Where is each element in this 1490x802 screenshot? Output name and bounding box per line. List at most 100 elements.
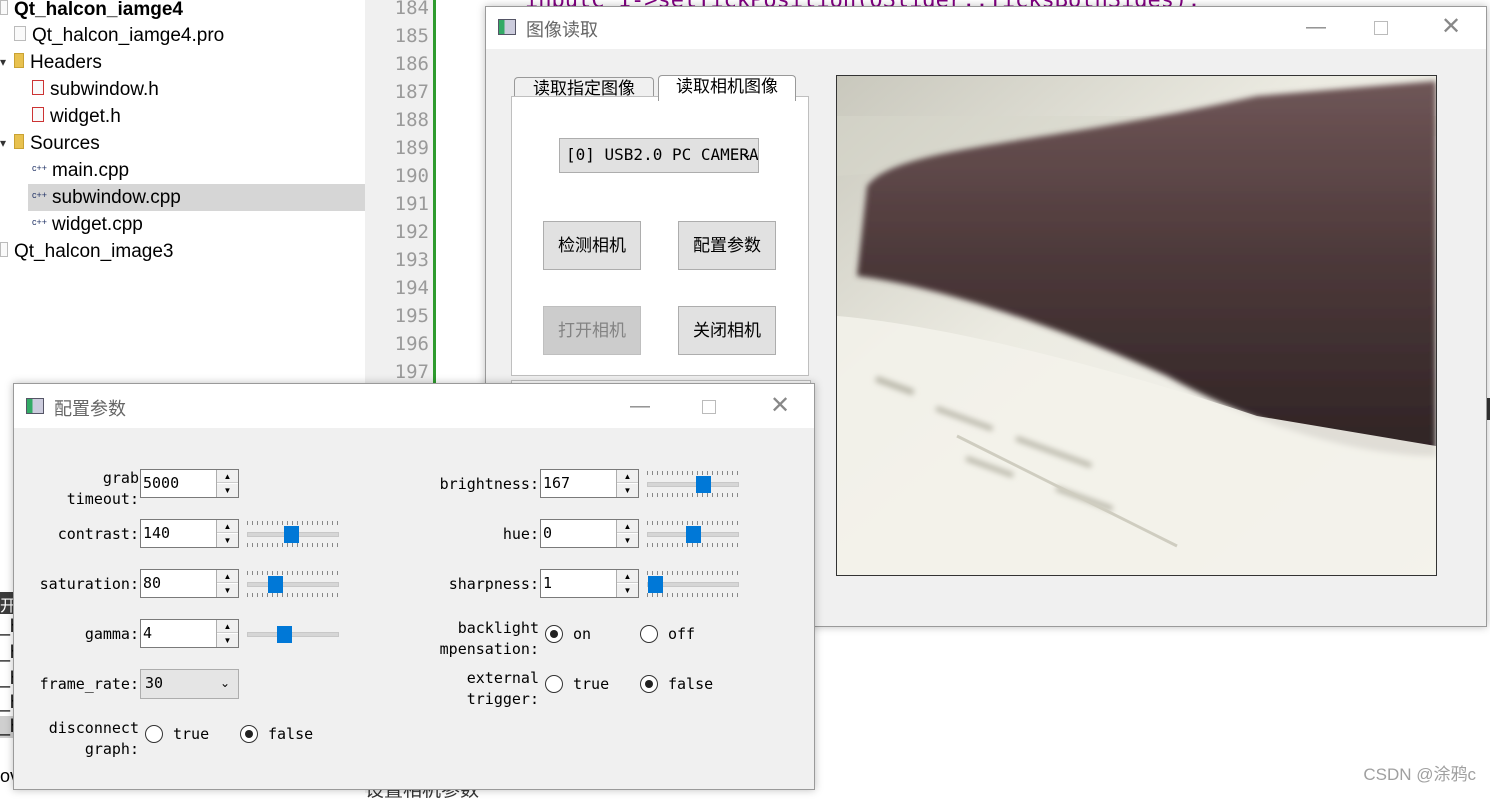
brightness-spinbox[interactable]: 167 ▲ ▼: [540, 469, 639, 498]
tree-item-label: Qt_halcon_iamge4.pro: [32, 25, 225, 46]
gamma-slider[interactable]: [247, 619, 339, 649]
external-false-radio[interactable]: [640, 675, 658, 693]
config-window: 配置参数 — ✕ grab timeout: 5000 ▲ ▼ contrast:…: [13, 383, 815, 790]
detect-camera-button[interactable]: 检测相机: [543, 221, 641, 270]
spin-down-icon[interactable]: ▼: [217, 584, 238, 597]
minimize-button[interactable]: —: [620, 390, 660, 422]
camera-select[interactable]: [0] USB2.0 PC CAMERA ⌄: [559, 138, 759, 173]
cpp-file-icon: c++: [32, 190, 48, 201]
contrast-slider[interactable]: [247, 519, 339, 549]
sharpness-label: sharpness:: [448, 575, 539, 593]
tree-item-subwindow-h[interactable]: subwindow.h: [32, 76, 159, 103]
line-number: 186: [394, 53, 429, 75]
sharpness-slider[interactable]: [647, 569, 739, 599]
spin-down-icon[interactable]: ▼: [617, 584, 638, 597]
contrast-spinbox[interactable]: 140 ▲ ▼: [140, 519, 239, 548]
spin-value: 4: [143, 624, 153, 642]
tree-item-label: Headers: [30, 52, 102, 73]
maximize-button[interactable]: [1361, 11, 1401, 43]
tree-item-label: Qt_halcon_iamge4: [14, 0, 183, 20]
app-icon: [26, 398, 44, 414]
slider-ticks: [647, 521, 739, 525]
tree-item-project-image3[interactable]: Qt_halcon_image3: [0, 238, 174, 265]
maximize-icon: [702, 399, 716, 414]
spin-down-icon[interactable]: ▼: [617, 484, 638, 497]
backlight-compensation-label: backlight mpensation:: [439, 619, 539, 658]
title-bar[interactable]: 图像读取 — ✕: [486, 7, 1486, 49]
brightness-label: brightness:: [439, 475, 539, 493]
external-true-label: true: [573, 675, 610, 693]
pro-file-icon: [14, 26, 26, 42]
hue-spinbox[interactable]: 0 ▲ ▼: [540, 519, 639, 548]
spin-up-icon[interactable]: ▲: [617, 570, 638, 583]
chevron-down-icon: ⌄: [219, 676, 230, 690]
external-trigger-label: external trigger:: [466, 669, 539, 708]
spin-down-icon[interactable]: ▼: [617, 534, 638, 547]
slider-handle[interactable]: [268, 576, 284, 593]
tree-item-project-iamge4[interactable]: Qt_halcon_iamge4: [0, 0, 183, 23]
spin-up-icon[interactable]: ▲: [217, 620, 238, 633]
slider-handle[interactable]: [686, 526, 701, 543]
gamma-spinbox[interactable]: 4 ▲ ▼: [140, 619, 239, 648]
spin-up-icon[interactable]: ▲: [617, 520, 638, 533]
spin-up-icon[interactable]: ▲: [217, 570, 238, 583]
slider-handle[interactable]: [696, 476, 712, 493]
disconnect-false-radio[interactable]: [240, 725, 258, 743]
close-button[interactable]: ✕: [760, 390, 800, 422]
sharpness-spinbox[interactable]: 1 ▲ ▼: [540, 569, 639, 598]
brightness-slider[interactable]: [647, 469, 739, 499]
hue-slider[interactable]: [647, 519, 739, 549]
cpp-file-icon: c++: [32, 217, 48, 228]
external-true-radio[interactable]: [545, 675, 563, 693]
title-bar[interactable]: 配置参数 — ✕: [14, 384, 814, 428]
project-icon: [0, 0, 8, 16]
saturation-label: saturation:: [39, 575, 139, 593]
tree-item-label: widget.cpp: [52, 214, 143, 235]
maximize-button[interactable]: [689, 390, 729, 422]
spin-up-icon[interactable]: ▲: [617, 470, 638, 483]
spin-up-icon[interactable]: ▲: [217, 470, 238, 483]
tree-item-pro-file[interactable]: Qt_halcon_iamge4.pro: [14, 22, 224, 49]
camera-frame-image: [837, 76, 1436, 575]
spin-down-icon[interactable]: ▼: [217, 634, 238, 647]
spin-value: 167: [543, 474, 571, 492]
modified-lines-marker: [433, 0, 436, 385]
close-button[interactable]: ✕: [1431, 11, 1471, 43]
tree-item-widget-h[interactable]: widget.h: [32, 103, 121, 130]
tree-item-label: Sources: [30, 133, 100, 154]
spin-up-icon[interactable]: ▲: [217, 520, 238, 533]
disconnect-true-radio[interactable]: [145, 725, 163, 743]
tab-read-camera-image[interactable]: 读取相机图像: [658, 75, 796, 101]
line-number: 188: [394, 109, 429, 131]
slider-track: [247, 582, 339, 587]
configure-params-button[interactable]: 配置参数: [678, 221, 776, 270]
slider-handle[interactable]: [276, 626, 292, 643]
line-number: 191: [394, 193, 429, 215]
slider-ticks: [647, 571, 739, 575]
backlight-on-radio[interactable]: [545, 625, 563, 643]
tree-item-sources[interactable]: Sources: [14, 130, 100, 157]
camera-select-value: [0] USB2.0 PC CAMERA: [566, 145, 759, 164]
saturation-spinbox[interactable]: 80 ▲ ▼: [140, 569, 239, 598]
line-number: 195: [394, 305, 429, 327]
tree-item-main-cpp[interactable]: c++ main.cpp: [32, 157, 129, 184]
minimize-button[interactable]: —: [1296, 11, 1336, 43]
backlight-off-radio[interactable]: [640, 625, 658, 643]
close-camera-button[interactable]: 关闭相机: [678, 306, 776, 355]
open-camera-button[interactable]: 打开相机: [543, 306, 641, 355]
tree-item-label: subwindow.h: [50, 79, 159, 100]
tree-item-headers[interactable]: Headers: [14, 49, 102, 76]
expand-caret-icon[interactable]: ▾: [0, 55, 6, 69]
fragment-dark: 开: [0, 592, 14, 614]
slider-handle[interactable]: [647, 576, 663, 593]
spin-down-icon[interactable]: ▼: [217, 484, 238, 497]
spin-down-icon[interactable]: ▼: [217, 534, 238, 547]
grab-timeout-spinbox[interactable]: 5000 ▲ ▼: [140, 469, 239, 498]
saturation-slider[interactable]: [247, 569, 339, 599]
tree-item-widget-cpp[interactable]: c++ widget.cpp: [32, 211, 143, 238]
tree-item-label: main.cpp: [52, 160, 130, 181]
expand-caret-icon[interactable]: ▾: [0, 136, 6, 150]
frame-rate-select[interactable]: 30 ⌄: [140, 669, 239, 699]
slider-handle[interactable]: [283, 526, 299, 543]
tree-item-subwindow-cpp[interactable]: c++ subwindow.cpp: [32, 184, 181, 211]
